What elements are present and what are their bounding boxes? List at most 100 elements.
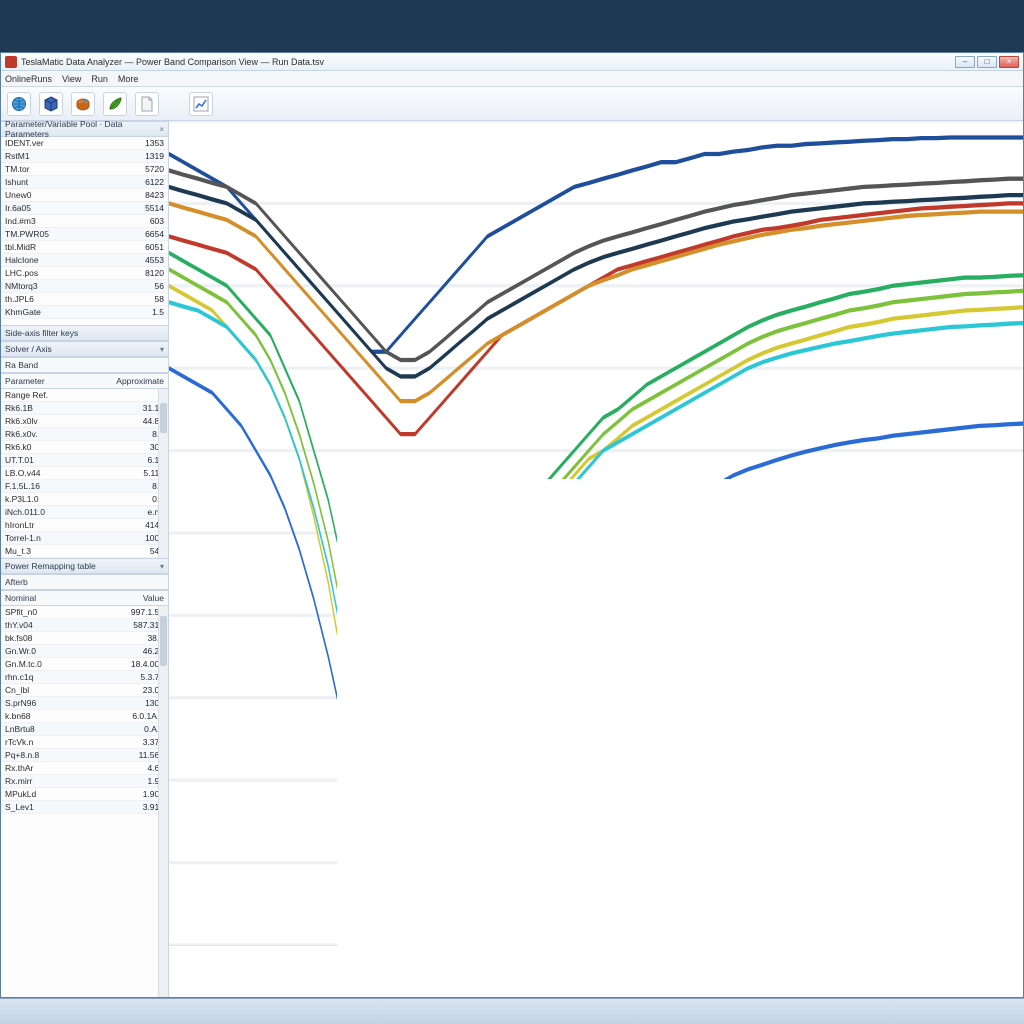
row-label: Gn.M.tc.0	[1, 658, 101, 671]
table-row[interactable]: NMtorq356	[1, 280, 168, 293]
table-row[interactable]: LB.O.v445.117	[1, 467, 168, 480]
table-row[interactable]: th.JPL658	[1, 293, 168, 306]
minimize-button[interactable]: –	[955, 56, 975, 68]
table-row[interactable]: rTcVk.n3.370	[1, 736, 168, 749]
table-row[interactable]: Rx.mirr1.90	[1, 775, 168, 788]
table-row[interactable]: Ir.6a055514	[1, 202, 168, 215]
page-icon[interactable]	[135, 92, 159, 116]
table-row[interactable]: SPfit_n0997.1.54	[1, 606, 168, 619]
row-label: rTcVk.n	[1, 736, 101, 749]
table-row[interactable]: KhmGate1.5	[1, 306, 168, 319]
table-row[interactable]: hIronLtr4140	[1, 519, 168, 532]
close-icon[interactable]: ×	[159, 125, 164, 134]
globe-icon[interactable]	[7, 92, 31, 116]
row-label: LnBrtu8	[1, 723, 101, 736]
window-title: TeslaMatic Data Analyzer — Power Band Co…	[21, 57, 324, 67]
table-row[interactable]: rhn.c1q5.3.74	[1, 671, 168, 684]
panel3-header[interactable]: Power Remapping table ▾	[1, 558, 168, 574]
panel2-table: Range Ref.Rk6.1B31.18Rk6.x0lv44.86Rk6.x0…	[1, 389, 168, 558]
panel2-header[interactable]: Solver / Axis ▾	[1, 341, 168, 357]
menu-item[interactable]: Run	[91, 74, 108, 84]
menu-item[interactable]: More	[118, 74, 139, 84]
row-label: NMtorq3	[1, 280, 101, 293]
row-value: 8423	[101, 189, 168, 202]
table-row[interactable]: Gn.M.tc.018.4.005	[1, 658, 168, 671]
row-label: UT.T.01	[1, 454, 101, 467]
panel1-header[interactable]: Parameter/Variable Pool · Data Parameter…	[1, 121, 168, 137]
table-row[interactable]: S_Lev13.917	[1, 801, 168, 814]
table-row[interactable]: IDENT.ver1353	[1, 137, 168, 150]
close-button[interactable]: ×	[999, 56, 1019, 68]
table-row[interactable]: Unew08423	[1, 189, 168, 202]
panel3-body[interactable]: SPfit_n0997.1.54thY.v04587.316bk.fs0838.…	[1, 606, 168, 997]
chevron-down-icon[interactable]: ▾	[160, 345, 164, 354]
table-row[interactable]: HalcIone4553	[1, 254, 168, 267]
row-label: iNch.011.0	[1, 506, 101, 519]
table-row[interactable]: thY.v04587.316	[1, 619, 168, 632]
table-row[interactable]: TM.PWR056654	[1, 228, 168, 241]
chevron-down-icon[interactable]: ▾	[160, 562, 164, 571]
row-label: RstM1	[1, 150, 101, 163]
maximize-button[interactable]: □	[977, 56, 997, 68]
table-row[interactable]: Mu_t.3546	[1, 545, 168, 558]
titlebar[interactable]: TeslaMatic Data Analyzer — Power Band Co…	[1, 53, 1023, 71]
table-row[interactable]: LnBrtu80.A.n	[1, 723, 168, 736]
panel1-table: IDENT.ver1353RstM11319TM.tor5720Ishunt61…	[1, 137, 168, 319]
table-row[interactable]: S.prN961300	[1, 697, 168, 710]
panel3-table: SPfit_n0997.1.54thY.v04587.316bk.fs0838.…	[1, 606, 168, 814]
table-row[interactable]: Rx.thAr4.63	[1, 762, 168, 775]
table-row[interactable]: Cn_lbl23.00	[1, 684, 168, 697]
table-row[interactable]: UT.T.016.17	[1, 454, 168, 467]
table-row[interactable]: LHC.pos8120	[1, 267, 168, 280]
table-row[interactable]: TM.tor5720	[1, 163, 168, 176]
table-row[interactable]: Torrel-1.n1000	[1, 532, 168, 545]
leaf-icon[interactable]	[103, 92, 127, 116]
row-value: 6654	[101, 228, 168, 241]
row-label: Rk6.1B	[1, 402, 101, 415]
row-label: HalcIone	[1, 254, 101, 267]
table-row[interactable]: k.bn686.0.1A.1	[1, 710, 168, 723]
pie3d-icon[interactable]	[71, 92, 95, 116]
row-label: LHC.pos	[1, 267, 101, 280]
scrollbar[interactable]	[158, 606, 168, 997]
table-row[interactable]: Rk6.x0lv44.86	[1, 415, 168, 428]
table-row[interactable]: RstM11319	[1, 150, 168, 163]
menu-item[interactable]: View	[62, 74, 81, 84]
chart-settings-icon[interactable]	[189, 92, 213, 116]
row-label: S_Lev1	[1, 801, 101, 814]
table-row[interactable]: iNch.011.0e.n1	[1, 506, 168, 519]
panel1-body[interactable]: IDENT.ver1353RstM11319TM.tor5720Ishunt61…	[1, 137, 168, 325]
panel2-subheader: Ra Band	[1, 357, 168, 373]
table-row[interactable]: Rk6.1B31.18	[1, 402, 168, 415]
scrollbar-thumb[interactable]	[160, 616, 167, 666]
table-row[interactable]: tbl.MidR6051	[1, 241, 168, 254]
table-row[interactable]: bk.fs0838.0	[1, 632, 168, 645]
table-row[interactable]: Gn.Wr.046.21	[1, 645, 168, 658]
row-label: Rx.mirr	[1, 775, 101, 788]
row-label: Unew0	[1, 189, 101, 202]
taskbar[interactable]	[0, 998, 1024, 1024]
row-label: TM.tor	[1, 163, 101, 176]
row-label: Ir.6a05	[1, 202, 101, 215]
workspace: Parameter/Variable Pool · Data Parameter…	[1, 121, 1023, 997]
left-column: Parameter/Variable Pool · Data Parameter…	[1, 121, 169, 997]
table-row[interactable]: MPukLd1.903	[1, 788, 168, 801]
table-row[interactable]: Range Ref.	[1, 389, 168, 402]
table-row[interactable]: Rk6.k0307	[1, 441, 168, 454]
table-row[interactable]: F.1.5L.168.7	[1, 480, 168, 493]
row-label: TM.PWR05	[1, 228, 101, 241]
row-label: LB.O.v44	[1, 467, 101, 480]
panel2-body[interactable]: Range Ref.Rk6.1B31.18Rk6.x0lv44.86Rk6.x0…	[1, 389, 168, 558]
table-row[interactable]: Ind.#m3603	[1, 215, 168, 228]
table-row[interactable]: k.P3L1.00.7	[1, 493, 168, 506]
row-value: 5720	[101, 163, 168, 176]
table-row[interactable]: Ishunt6122	[1, 176, 168, 189]
scrollbar-thumb[interactable]	[160, 403, 167, 433]
menu-item[interactable]: OnlineRuns	[5, 74, 52, 84]
cube3d-icon[interactable]	[39, 92, 63, 116]
row-value: 1353	[101, 137, 168, 150]
table-row[interactable]: Pq+8.n.811.566	[1, 749, 168, 762]
scrollbar[interactable]	[158, 389, 168, 558]
table-row[interactable]: Rk6.x0v.8.2	[1, 428, 168, 441]
row-value: 56	[101, 280, 168, 293]
